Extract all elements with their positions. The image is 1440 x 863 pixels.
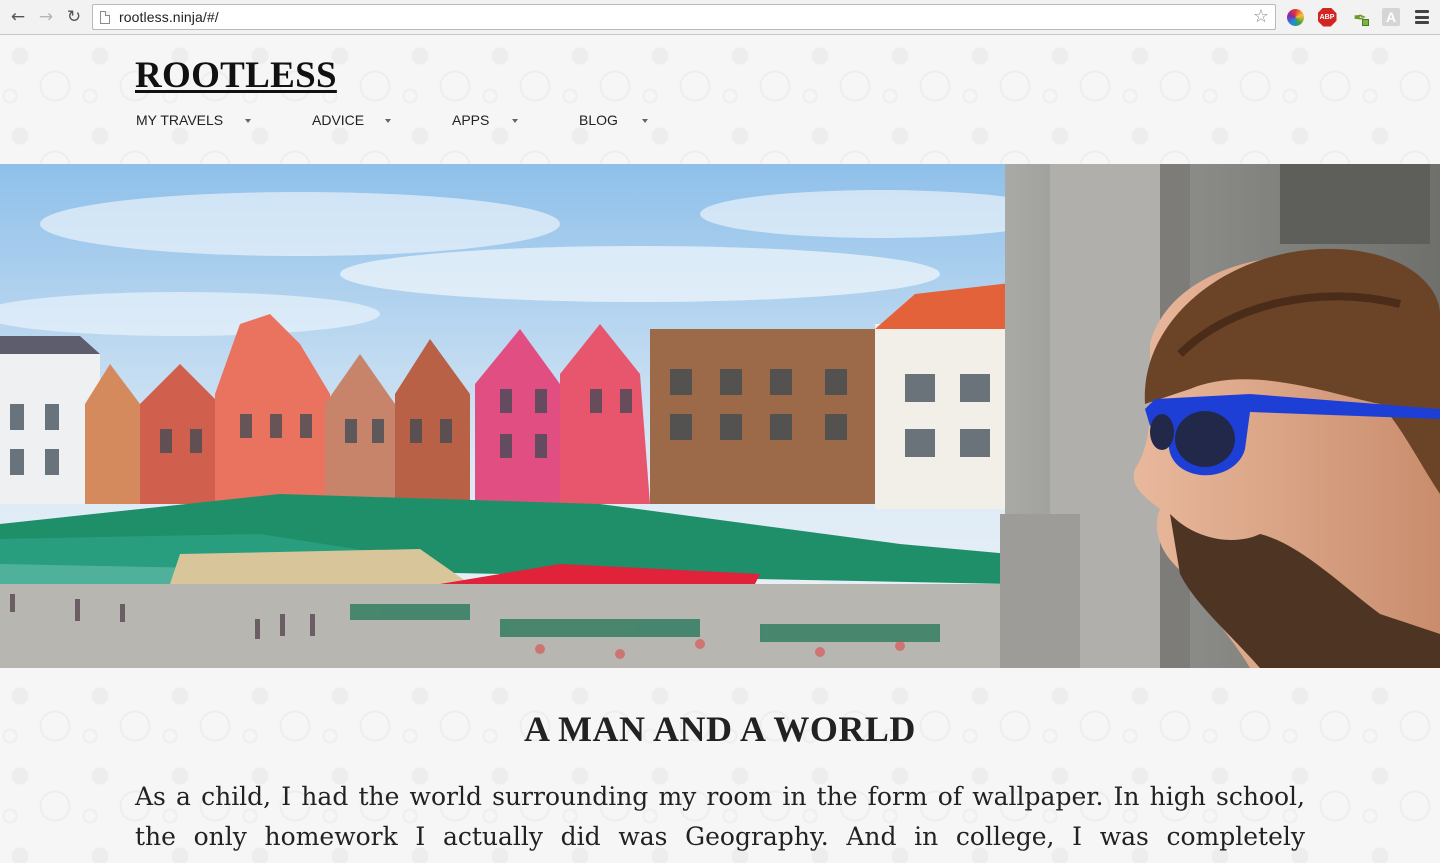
url-text[interactable]: rootless.ninja/#/ <box>119 9 219 25</box>
nav-item-blog[interactable]: BLOG <box>579 112 618 128</box>
reload-icon: ↻ <box>66 7 82 27</box>
article-paragraph: As a child, I had the world surrounding … <box>135 782 1305 863</box>
nav-label: ADVICE <box>312 112 365 128</box>
chevron-down-icon[interactable] <box>512 119 518 123</box>
color-wheel-icon <box>1286 8 1304 26</box>
nav-item-apps[interactable]: APPS <box>452 112 489 128</box>
hero-illustration <box>0 164 1440 668</box>
chevron-down-icon[interactable] <box>642 119 648 123</box>
letter-a-icon: A <box>1382 8 1400 26</box>
article-title: A MAN AND A WORLD <box>524 709 916 749</box>
arrow-right-icon: → <box>38 7 54 27</box>
eyedropper-extension[interactable]: ✒ <box>1350 7 1370 27</box>
star-icon[interactable]: ☆ <box>1253 6 1269 27</box>
forward-button[interactable]: → <box>34 5 58 29</box>
page-icon <box>100 10 110 24</box>
nav-label: BLOG <box>579 112 618 128</box>
browser-toolbar: ← → ↻ rootless.ninja/#/ ☆ ABP ✒ A <box>0 0 1440 35</box>
arrow-left-icon: ← <box>10 7 26 27</box>
chevron-down-icon[interactable] <box>385 119 391 123</box>
nav-item-my-travels[interactable]: MY TRAVELS <box>136 112 223 128</box>
adblock-plus-icon: ABP <box>1317 7 1337 27</box>
back-button[interactable]: ← <box>6 5 30 29</box>
chevron-down-icon[interactable] <box>245 119 251 123</box>
nav-item-advice[interactable]: ADVICE <box>312 112 364 128</box>
hamburger-menu-icon[interactable] <box>1413 9 1431 25</box>
reload-button[interactable]: ↻ <box>62 5 86 29</box>
nav-label: MY TRAVELS <box>136 112 224 128</box>
nav-label: APPS <box>452 112 490 128</box>
color-picker-extension[interactable] <box>1285 7 1305 27</box>
hero-photo <box>0 164 1440 668</box>
adblock-plus-extension[interactable]: ABP <box>1317 7 1337 27</box>
web-page: ROOTLESS MY TRAVELS ADVICE APPS BLOG A M… <box>0 36 1440 863</box>
readability-extension[interactable]: A <box>1381 7 1401 27</box>
site-logo[interactable]: ROOTLESS <box>135 54 337 97</box>
address-bar[interactable]: rootless.ninja/#/ ☆ <box>92 4 1276 30</box>
